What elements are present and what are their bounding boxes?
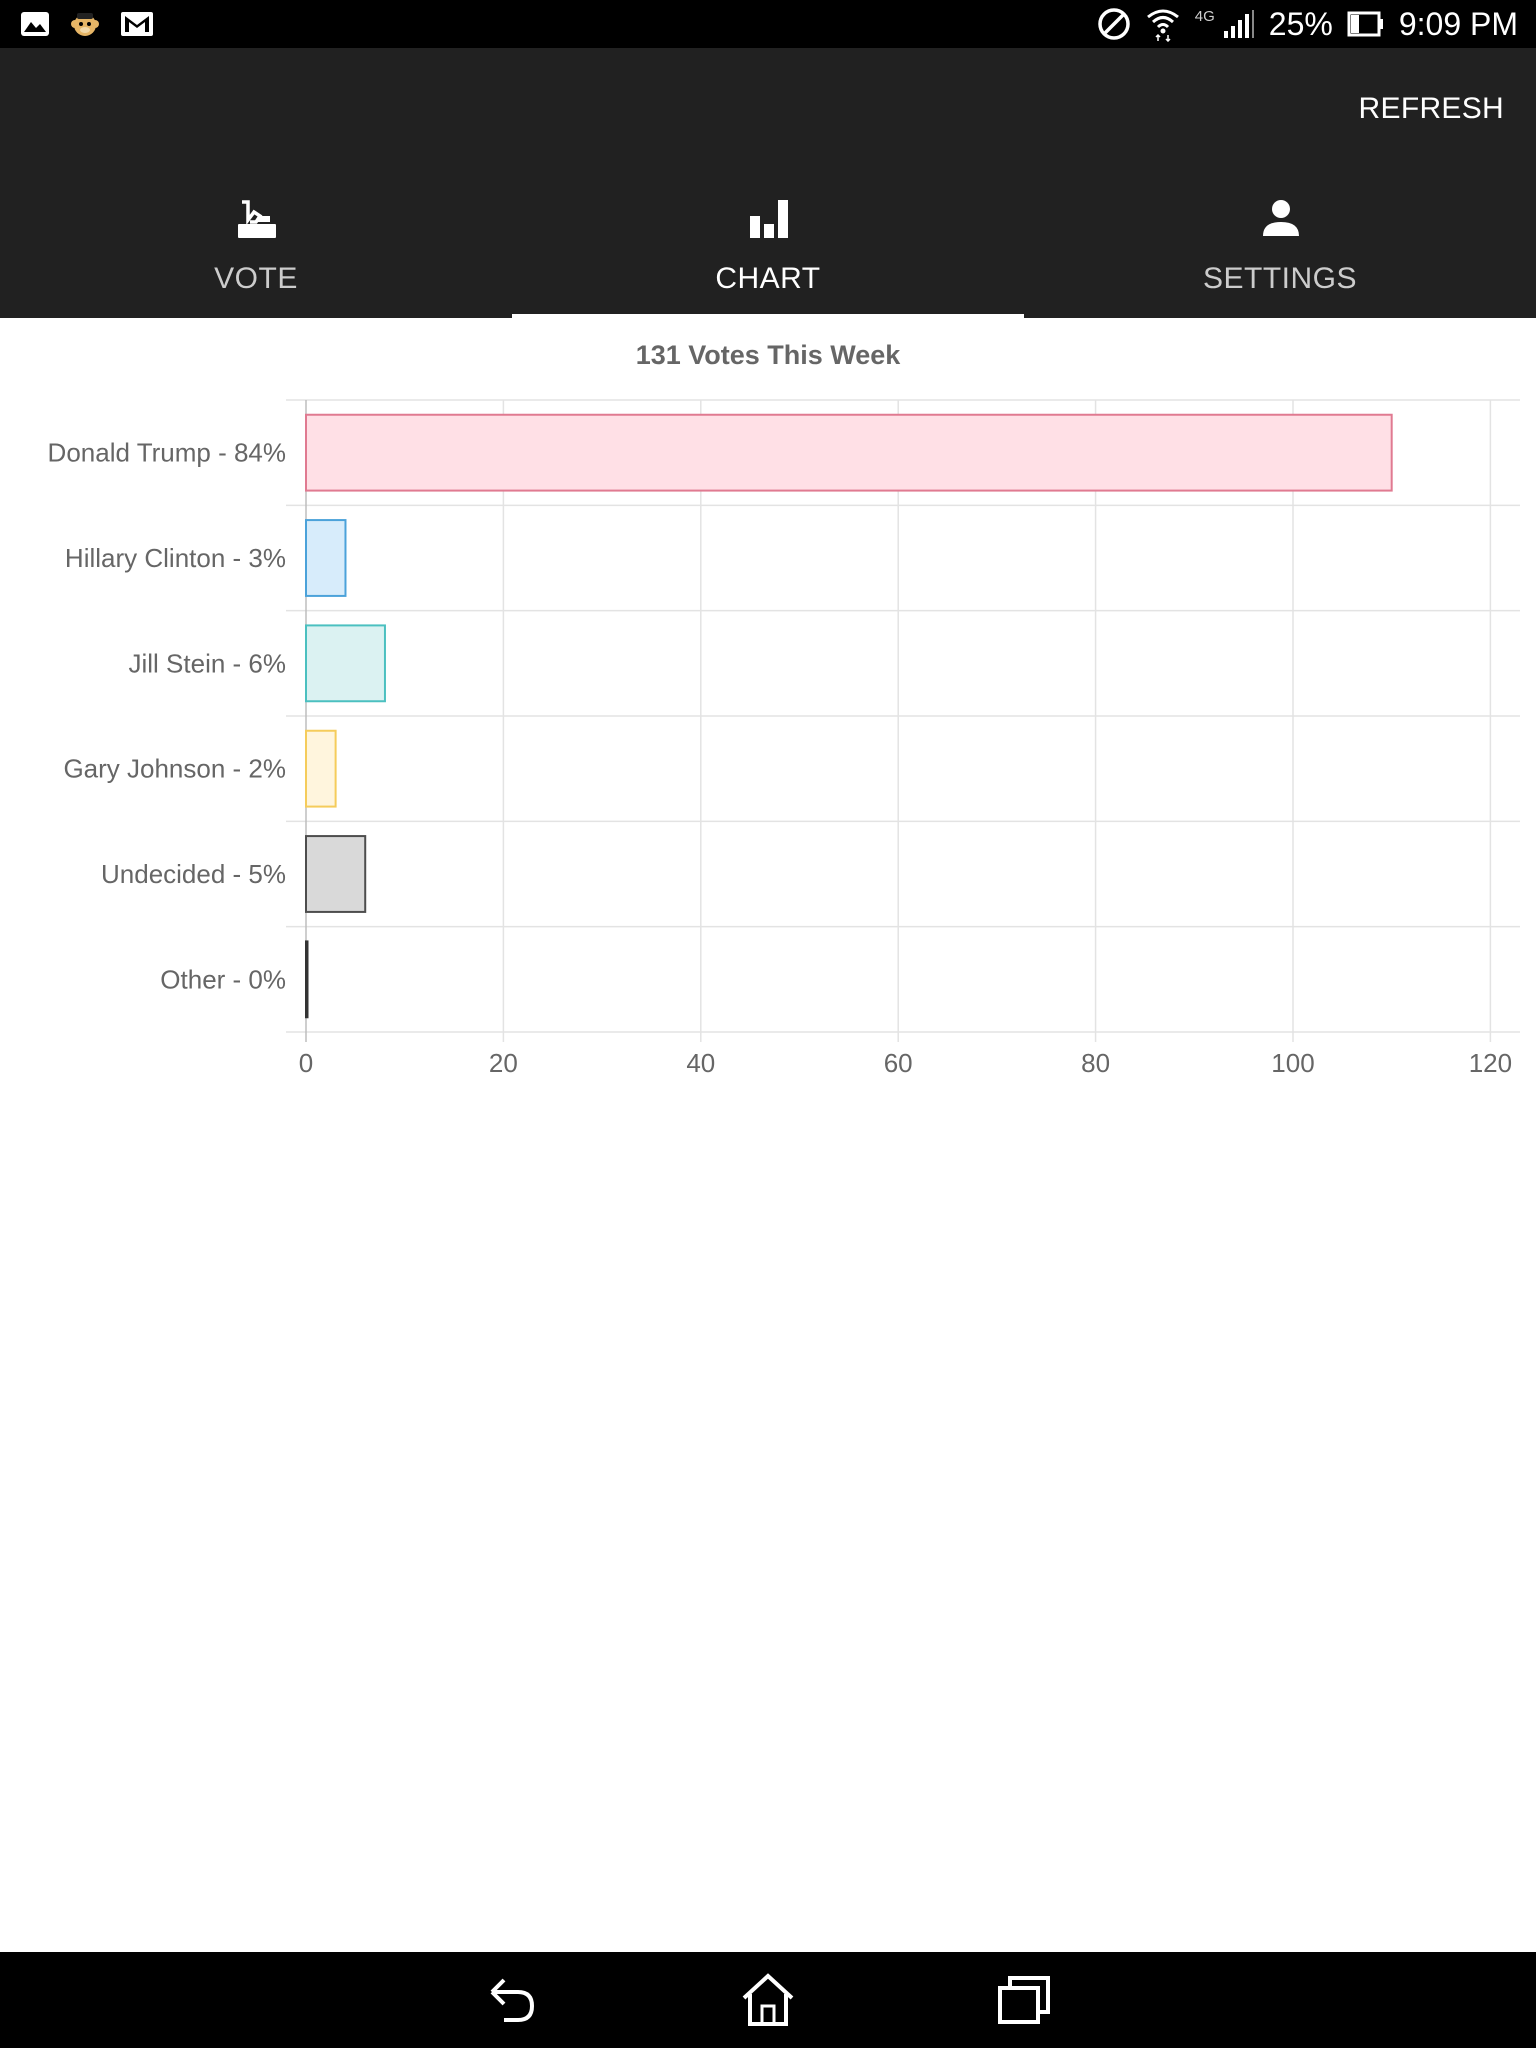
bar-chart-icon bbox=[750, 200, 788, 238]
tab-chart[interactable]: CHART bbox=[512, 188, 1024, 318]
category-labels: Donald Trump - 84% Hillary Clinton - 3% Ji… bbox=[48, 438, 286, 995]
bar bbox=[305, 835, 367, 913]
x-tick-label: 100 bbox=[1271, 1048, 1314, 1078]
refresh-button[interactable]: REFRESH bbox=[1359, 92, 1504, 126]
wifi-icon bbox=[1146, 9, 1179, 42]
category-label: Donald Trump - 84% bbox=[48, 438, 286, 468]
back-icon[interactable] bbox=[484, 1972, 540, 2028]
x-tick-label: 120 bbox=[1469, 1048, 1512, 1078]
bar bbox=[305, 940, 309, 1019]
network-type: 4G bbox=[1194, 7, 1215, 25]
category-label: Other - 0% bbox=[160, 964, 286, 994]
category-label: Jill Stein - 6% bbox=[129, 648, 287, 678]
system-indicators: 4G 25% 9:09 PM bbox=[1097, 0, 1518, 48]
chart-title: 131 Votes This Week bbox=[636, 340, 902, 370]
tab-vote[interactable]: VOTE bbox=[0, 188, 512, 318]
x-tick-label: 0 bbox=[299, 1048, 313, 1078]
gmail-icon bbox=[121, 12, 153, 36]
x-tick-label: 60 bbox=[884, 1048, 913, 1078]
tab-bar: VOTE CHART SETTINGS bbox=[0, 188, 1536, 318]
monkey-app-icon bbox=[71, 13, 99, 36]
tab-label: SETTINGS bbox=[1202, 262, 1357, 295]
do-not-disturb-icon bbox=[1098, 8, 1130, 40]
gallery-icon bbox=[21, 12, 49, 36]
x-tick-labels: 0 20 40 60 80 100 120 bbox=[299, 1048, 1512, 1078]
status-bar: 4G 25% 9:09 PM bbox=[0, 0, 1536, 48]
battery-icon bbox=[1347, 11, 1383, 37]
home-icon[interactable] bbox=[740, 1972, 796, 2028]
chart-area: 131 Votes This Week Donald Trump - 84% Hi… bbox=[0, 318, 1536, 1118]
tab-label: VOTE bbox=[214, 262, 298, 295]
bar bbox=[305, 624, 386, 703]
clock: 9:09 PM bbox=[1398, 5, 1518, 42]
person-icon bbox=[1263, 200, 1299, 236]
ballot-box-icon bbox=[238, 200, 276, 238]
bar bbox=[305, 519, 347, 597]
x-tick-label: 80 bbox=[1081, 1048, 1110, 1078]
category-label: Gary Johnson - 2% bbox=[63, 754, 286, 784]
bar bbox=[305, 729, 337, 808]
tab-settings[interactable]: SETTINGS bbox=[1024, 188, 1536, 318]
category-label: Hillary Clinton - 3% bbox=[65, 543, 286, 573]
notification-icons bbox=[20, 6, 154, 42]
recent-apps-icon[interactable] bbox=[996, 1972, 1052, 2028]
x-tick-label: 20 bbox=[489, 1048, 518, 1078]
x-tick-label: 40 bbox=[686, 1048, 715, 1078]
cell-signal-icon bbox=[1223, 10, 1254, 38]
battery-percent: 25% bbox=[1268, 5, 1333, 42]
navigation-bar bbox=[0, 1952, 1536, 2048]
category-label: Undecided - 5% bbox=[101, 859, 286, 889]
app-header: REFRESH VOTE CHART SETTINGS bbox=[0, 48, 1536, 318]
vote-bar-chart: 131 Votes This Week Donald Trump - 84% Hi… bbox=[48, 340, 1520, 1078]
bar bbox=[305, 413, 1393, 492]
tab-label: CHART bbox=[715, 262, 821, 295]
grid bbox=[286, 399, 1520, 1042]
